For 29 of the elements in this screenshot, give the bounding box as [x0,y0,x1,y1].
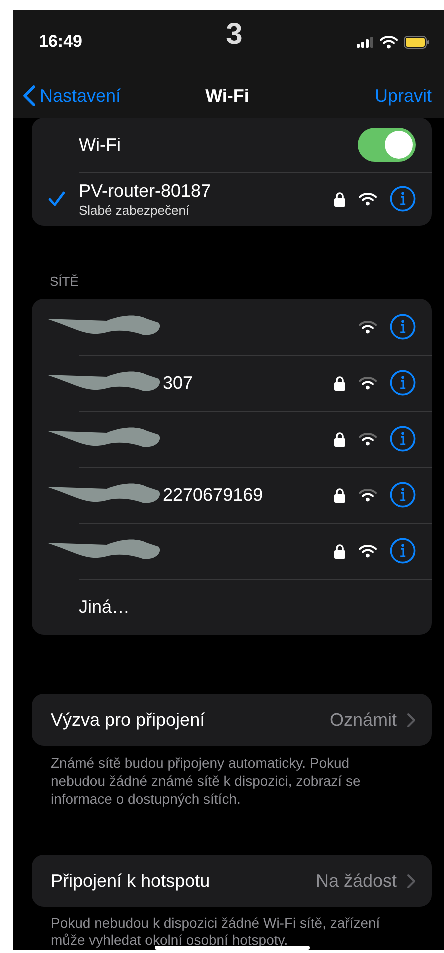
other-network-item[interactable]: Jiná… [79,596,416,618]
status-time: 16:49 [39,32,84,52]
back-button[interactable]: Nastavení [23,85,122,107]
info-icon[interactable] [390,186,416,212]
battery-icon [404,36,430,48]
chevron-right-icon [407,712,416,728]
network-name: PV-router-80187 [79,180,212,202]
info-icon[interactable] [390,538,416,564]
network-subtitle: Slabé zabezpečení [79,202,191,218]
network-name: 307 [163,372,194,394]
edit-button[interactable]: Upravit [374,86,432,106]
setting-description: Pokud nebudou k dispozici žádné Wi-Fi sítě, zařízení může vyhledat okolní osobní hotspoty. [50,914,382,948]
setting-description: Známé sítě budou připojeny automaticky. Pokud nebudou žádné známé sítě k dispozici, zobrazí se informace o dostupných sítích. [50,754,362,809]
wifi-status-icon [380,35,398,49]
setting-row[interactable]: Připojení k hotspotu Na žádost [32,855,432,907]
signal-icon [357,36,374,48]
setting-row[interactable]: Výzva pro připojení Oznámit [32,694,432,746]
info-icon[interactable] [390,426,416,452]
section-header: SÍTĚ [49,273,80,291]
nav-title: Wi-Fi [206,86,250,106]
info-icon[interactable] [390,370,416,396]
info-icon[interactable] [390,314,416,340]
info-icon[interactable] [390,482,416,508]
badge-number: 3 [226,18,243,52]
wifi-toggle[interactable] [358,128,416,162]
chevron-right-icon [407,874,416,888]
chevron-left-icon [23,85,36,107]
wifi-label: Wi-Fi [79,134,122,156]
network-name: 2270679169 [163,484,264,506]
